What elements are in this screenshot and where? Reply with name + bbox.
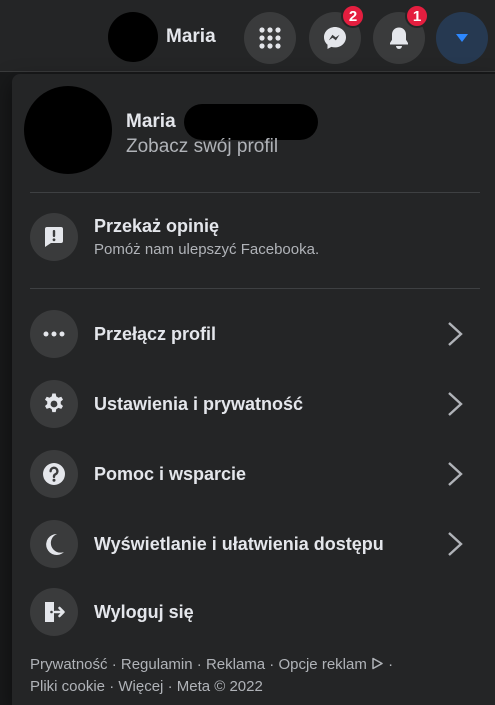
footer-separator: ·: [109, 678, 115, 695]
chevron-right-icon: [448, 392, 463, 416]
menu-item-label: Ustawienia i prywatność: [94, 393, 304, 414]
help-icon: [30, 450, 78, 498]
footer-links: Prywatność · Regulamin · Reklama · Opcje…: [30, 654, 480, 698]
footer-separator: ·: [196, 656, 202, 673]
feedback-subtitle: Pomóż nam ulepszyć Facebooka.: [94, 241, 320, 258]
footer-link-more[interactable]: Więcej: [118, 678, 163, 695]
feedback-item[interactable]: Przekaż opinię Pomóż nam ulepszyć Facebo…: [12, 204, 495, 270]
moon-icon: [30, 520, 78, 568]
menu-item-display-accessibility[interactable]: Wyświetlanie i ułatwienia dostępu: [12, 511, 495, 577]
menu-item-label: Wyświetlanie i ułatwienia dostępu: [94, 533, 384, 554]
footer-link-terms[interactable]: Regulamin: [121, 656, 193, 673]
grid-icon: [259, 27, 281, 49]
chevron-right-icon: [448, 532, 463, 556]
footer-copyright: Meta © 2022: [176, 678, 263, 695]
menu-item-help-support[interactable]: Pomoc i wsparcie: [12, 441, 495, 507]
menu-item-label: Wyloguj się: [94, 601, 194, 622]
profile-chip[interactable]: Maria: [108, 12, 216, 62]
gear-icon: [30, 380, 78, 428]
more-dots-icon: [30, 310, 78, 358]
chevron-right-icon: [448, 322, 463, 346]
footer-separator: ·: [388, 656, 394, 673]
profile-link[interactable]: Maria Zobacz swój profil: [12, 74, 495, 184]
ad-choices-icon: [372, 657, 383, 670]
divider: [30, 192, 480, 193]
footer-separator: ·: [167, 678, 173, 695]
feedback-icon: [45, 227, 63, 247]
notifications-badge: 1: [405, 4, 429, 28]
bell-icon: [390, 27, 408, 49]
menu-grid-button[interactable]: [244, 12, 296, 64]
top-bar: Maria 2 1: [0, 0, 495, 72]
profile-chip-name: Maria: [166, 26, 216, 47]
divider: [30, 288, 480, 289]
footer-link-ad-choices-label: Opcje reklam: [278, 656, 367, 673]
feedback-icon-wrap: [30, 213, 78, 261]
redaction-mark: [183, 104, 318, 140]
caret-down-icon: [456, 34, 468, 42]
footer-link-cookies[interactable]: Pliki cookie: [30, 678, 105, 695]
messenger-button[interactable]: 2: [309, 4, 365, 64]
menu-item-switch-profile[interactable]: Przełącz profil: [12, 301, 495, 367]
profile-name: Maria: [126, 111, 176, 132]
logout-icon: [30, 588, 78, 636]
footer-link-privacy[interactable]: Prywatność: [30, 656, 108, 673]
avatar: [108, 12, 158, 62]
footer-separator: ·: [111, 656, 117, 673]
account-dropdown-menu: Maria Zobacz swój profil Przekaż opinię …: [12, 74, 495, 705]
messenger-icon: [324, 27, 346, 49]
feedback-label: Przekaż opinię: [94, 216, 220, 236]
profile-subtitle: Zobacz swój profil: [126, 136, 279, 157]
messenger-badge: 2: [341, 4, 365, 28]
menu-item-label: Pomoc i wsparcie: [94, 463, 247, 484]
chevron-right-icon: [448, 462, 463, 486]
footer-link-ad-choices[interactable]: Opcje reklam: [278, 656, 388, 673]
account-menu-button[interactable]: [436, 12, 488, 64]
notifications-button[interactable]: 1: [373, 4, 429, 64]
footer-link-advertising[interactable]: Reklama: [206, 656, 265, 673]
menu-item-logout[interactable]: Wyloguj się: [12, 579, 495, 645]
menu-item-label: Przełącz profil: [94, 323, 217, 344]
menu-item-settings-privacy[interactable]: Ustawienia i prywatność: [12, 371, 495, 437]
profile-avatar: [24, 86, 112, 174]
footer-separator: ·: [269, 656, 275, 673]
